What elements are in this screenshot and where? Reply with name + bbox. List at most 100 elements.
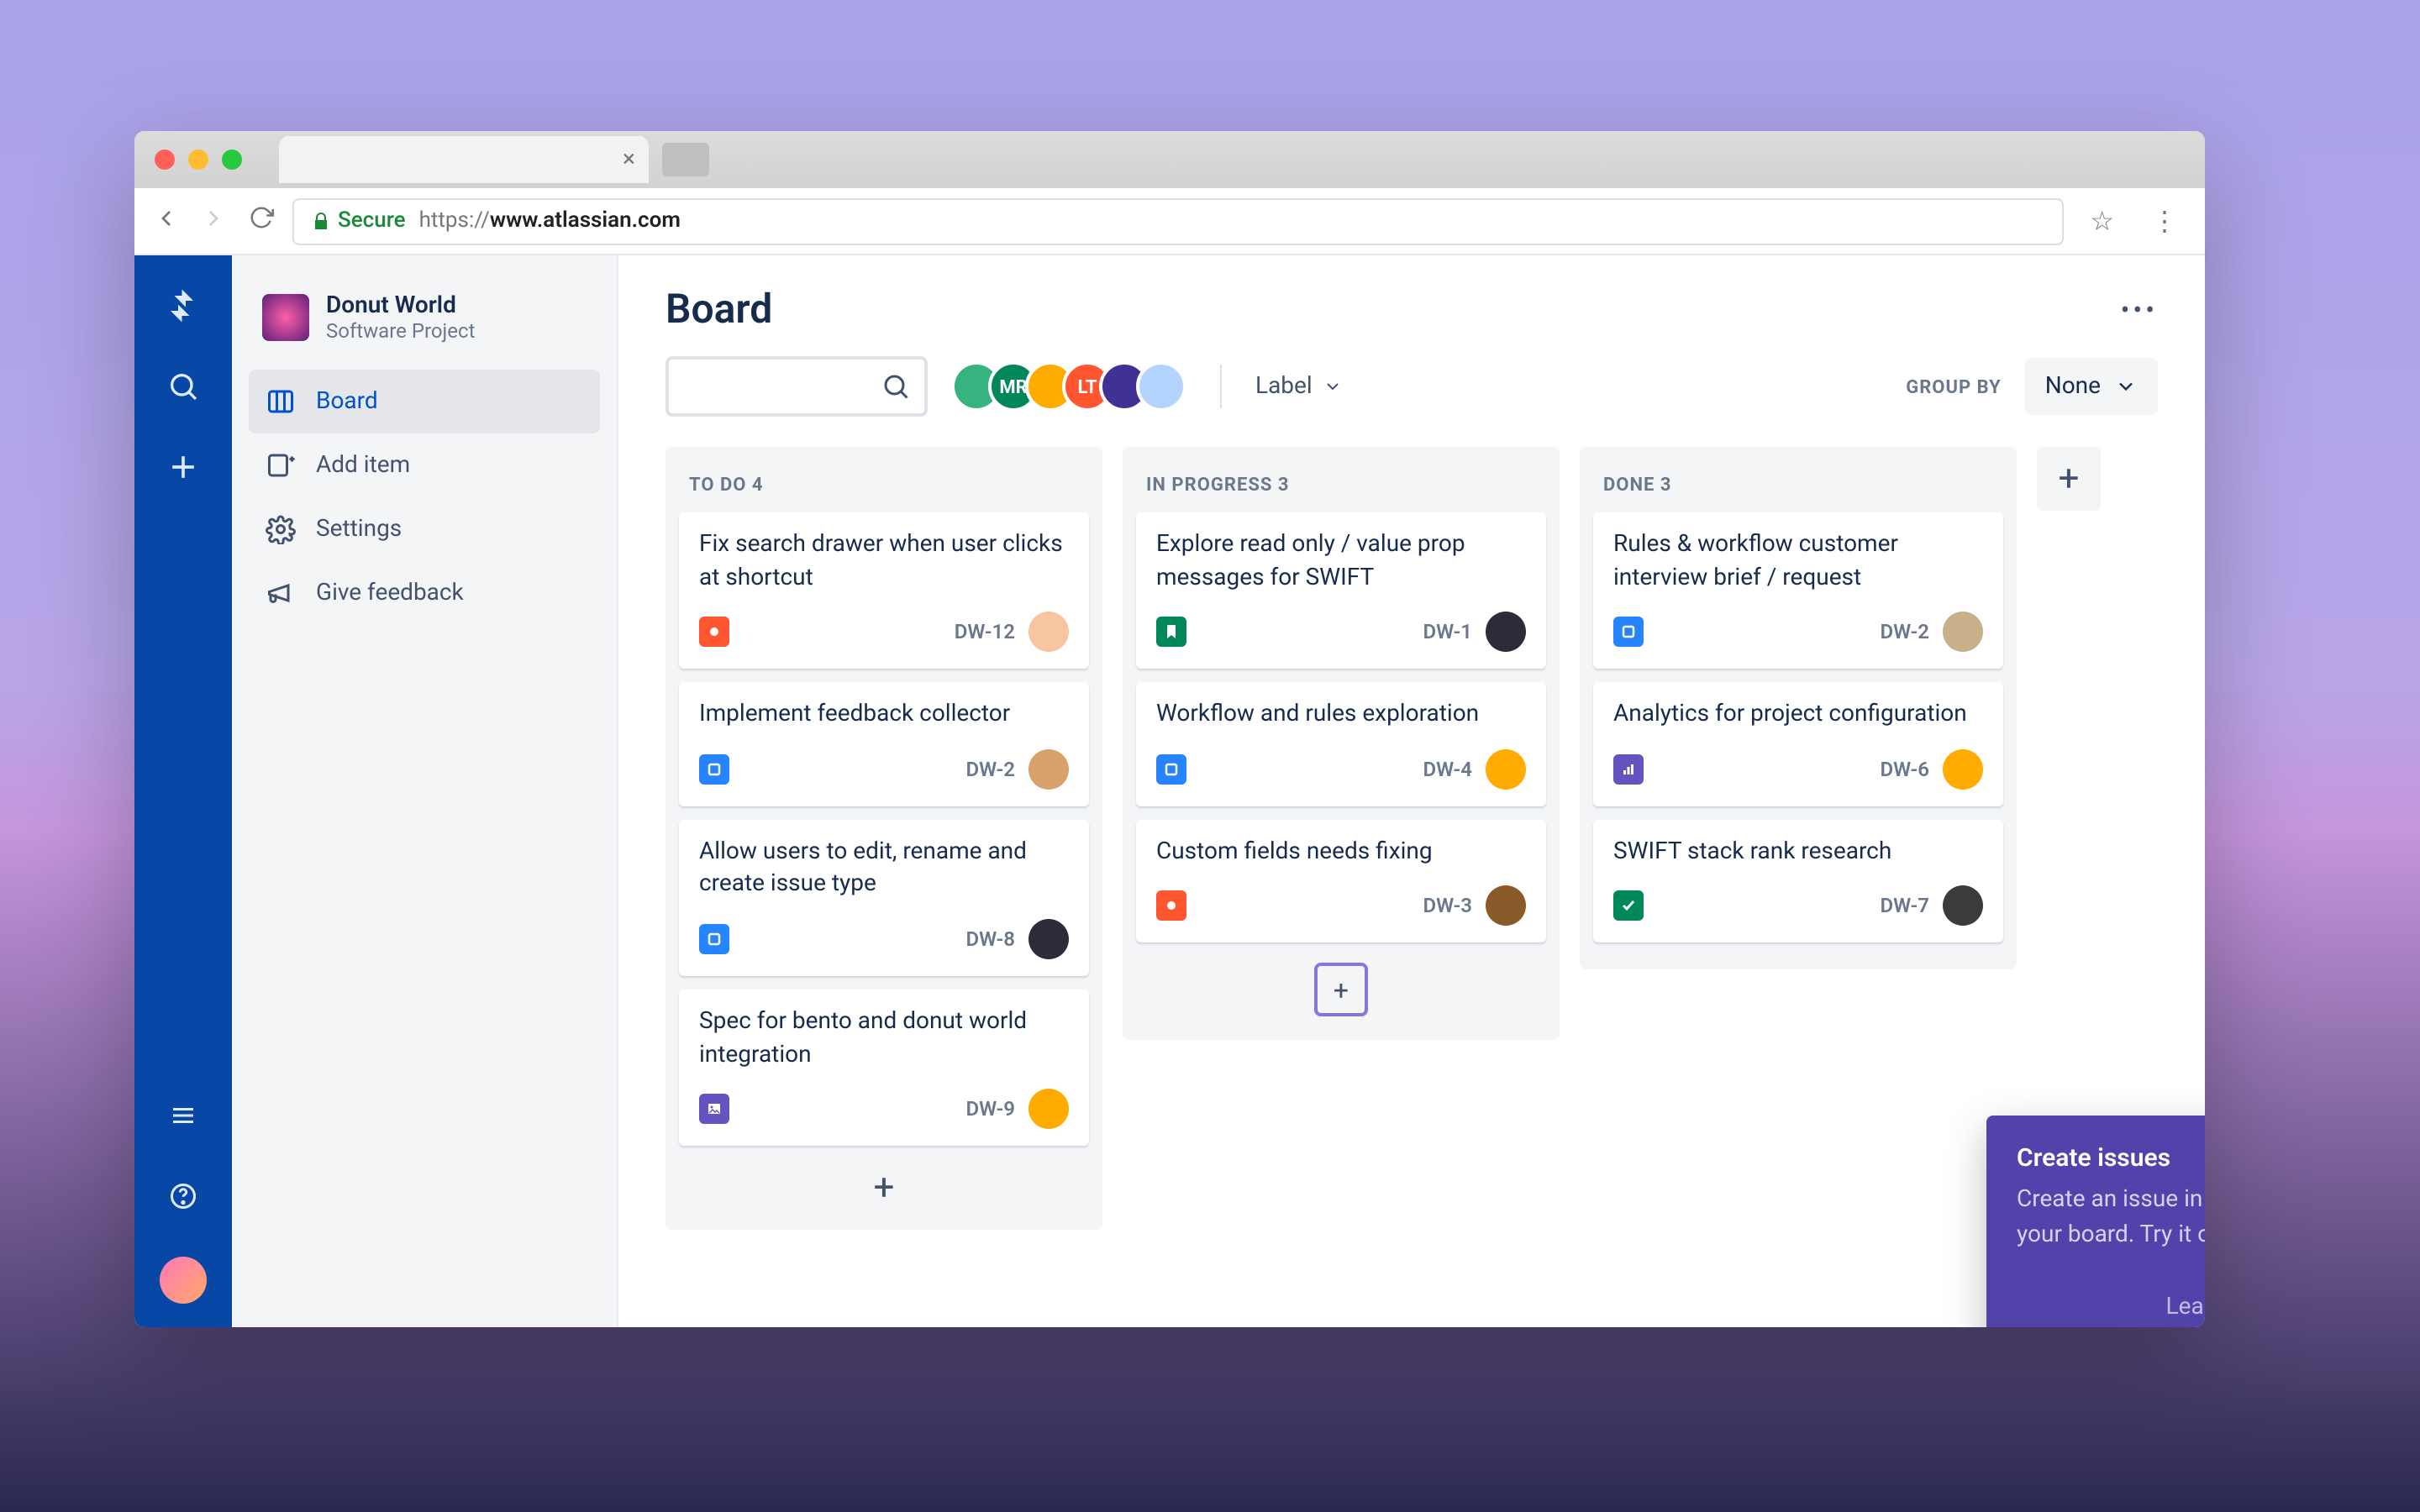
maximize-window-icon[interactable] (222, 150, 242, 170)
issue-card[interactable]: Explore read only / value prop messages … (1136, 512, 1546, 669)
card-title: Custom fields needs fixing (1156, 837, 1526, 869)
kanban-board: TO DO 4Fix search drawer when user click… (666, 447, 2158, 1230)
issue-type-icon (1156, 754, 1186, 785)
issue-card[interactable]: Allow users to edit, rename and create i… (679, 820, 1089, 976)
label-filter-text: Label (1255, 373, 1313, 400)
board-toolbar: MRLT Label GROUP BY None (666, 356, 2158, 417)
label-filter-button[interactable]: Label (1255, 373, 1343, 400)
assignee-avatar[interactable] (1943, 749, 1983, 790)
traffic-lights (134, 150, 262, 170)
url-input[interactable]: Secure https://www.atlassian.com (292, 197, 2063, 244)
learn-more-link[interactable]: Learn more (2166, 1294, 2205, 1320)
assignee-avatar[interactable] (1028, 612, 1069, 652)
board-search-input[interactable] (666, 356, 928, 417)
project-sidebar: Donut World Software Project Board Add i… (232, 255, 618, 1327)
jira-logo-icon[interactable] (163, 286, 203, 326)
issue-key: DW-6 (1880, 758, 1929, 781)
lock-icon (311, 211, 331, 231)
secure-badge: Secure (311, 208, 406, 234)
card-title: Fix search drawer when user clicks at sh… (699, 529, 1069, 595)
card-title: SWIFT stack rank research (1613, 837, 1983, 869)
card-title: Workflow and rules exploration (1156, 699, 1526, 732)
search-icon[interactable] (163, 366, 203, 407)
close-window-icon[interactable] (155, 150, 175, 170)
issue-key: DW-8 (965, 927, 1015, 951)
menu-icon[interactable] (163, 1095, 203, 1136)
popover-body: Create an issue in any column on your bo… (2017, 1183, 2205, 1253)
browser-addressbar: Secure https://www.atlassian.com ☆ ⋮ (134, 188, 2205, 255)
assignee-avatar[interactable] (1943, 612, 1983, 652)
issue-type-icon (699, 617, 729, 647)
assignee-avatar[interactable] (1028, 919, 1069, 959)
browser-window: × Secure https://www.atlassian.com ☆ ⋮ (134, 131, 2205, 1327)
browser-menu-icon[interactable]: ⋮ (2141, 205, 2188, 237)
gear-icon (266, 514, 296, 544)
popover-title: Create issues (2017, 1142, 2205, 1173)
issue-card[interactable]: Custom fields needs fixingDW-3 (1136, 820, 1546, 943)
issue-card[interactable]: Fix search drawer when user clicks at sh… (679, 512, 1089, 669)
board-column: IN PROGRESS 3 Explore read only / value p… (1123, 447, 1560, 1041)
sidebar-item-settings[interactable]: Settings (249, 497, 600, 561)
assignee-avatar[interactable] (1943, 886, 1983, 927)
issue-card[interactable]: Workflow and rules exploration DW-4 (1136, 682, 1546, 806)
main-content: Board ••• MRLT Label GROUP BY None (618, 255, 2205, 1327)
new-tab-button[interactable] (662, 143, 709, 176)
issue-key: DW-2 (1880, 620, 1929, 643)
assignee-avatar-group[interactable]: MRLT (951, 361, 1186, 412)
url-text: https://www.atlassian.com (419, 208, 681, 234)
chevron-down-icon (1323, 376, 1343, 396)
avatar[interactable] (1136, 361, 1186, 412)
issue-type-icon (1156, 617, 1186, 647)
issue-card[interactable]: SWIFT stack rank research DW-7 (1593, 820, 2003, 943)
sidebar-item-label: Add item (316, 452, 410, 479)
card-title: Explore read only / value prop messages … (1156, 529, 1526, 595)
issue-key: DW-7 (1880, 895, 1929, 918)
sidebar-item-label: Board (316, 388, 378, 415)
issue-type-icon (1613, 754, 1644, 785)
assignee-avatar[interactable] (1028, 749, 1069, 790)
browser-tabbar: × (134, 131, 2205, 188)
column-header: IN PROGRESS 3 (1136, 460, 1546, 512)
issue-card[interactable]: Spec for bento and donut world integrati… (679, 990, 1089, 1146)
toolbar-divider (1220, 365, 1222, 408)
back-icon[interactable] (151, 204, 182, 238)
project-header[interactable]: Donut World Software Project (249, 286, 600, 370)
add-card-highlight-button[interactable]: + (1314, 963, 1368, 1017)
issue-card[interactable]: Rules & workflow customer interview brie… (1593, 512, 2003, 669)
global-rail (134, 255, 232, 1327)
bookmark-icon[interactable]: ☆ (2080, 205, 2124, 237)
add-column-button[interactable]: + (2037, 447, 2101, 511)
profile-avatar[interactable] (160, 1257, 207, 1304)
project-subtitle: Software Project (326, 319, 475, 343)
forward-icon[interactable] (198, 204, 229, 238)
reload-icon[interactable] (245, 205, 276, 237)
add-card-button[interactable]: + (679, 1159, 1089, 1216)
issue-type-icon (1613, 617, 1644, 647)
card-title: Allow users to edit, rename and create i… (699, 837, 1069, 902)
sidebar-item-feedback[interactable]: Give feedback (249, 561, 600, 625)
issue-card[interactable]: Analytics for project configuration DW-6 (1593, 682, 2003, 806)
card-title: Implement feedback collector (699, 699, 1069, 732)
browser-tab[interactable]: × (279, 136, 649, 183)
assignee-avatar[interactable] (1486, 612, 1526, 652)
sidebar-item-label: Settings (316, 516, 402, 543)
issue-card[interactable]: Implement feedback collectorDW-2 (679, 682, 1089, 806)
help-icon[interactable] (163, 1176, 203, 1216)
issue-type-icon (699, 754, 729, 785)
assignee-avatar[interactable] (1028, 1089, 1069, 1129)
issue-key: DW-4 (1423, 758, 1472, 781)
page-title: Board (666, 286, 772, 333)
sidebar-item-board[interactable]: Board (249, 370, 600, 433)
project-logo-icon (262, 294, 309, 341)
board-more-icon[interactable]: ••• (2121, 293, 2158, 325)
sidebar-item-add[interactable]: Add item (249, 433, 600, 497)
minimize-window-icon[interactable] (188, 150, 208, 170)
assignee-avatar[interactable] (1486, 886, 1526, 927)
card-title: Analytics for project configuration (1613, 699, 1983, 732)
group-by-select[interactable]: None (2025, 358, 2158, 415)
close-tab-icon[interactable]: × (623, 146, 635, 173)
assignee-avatar[interactable] (1486, 749, 1526, 790)
board-icon (266, 386, 296, 417)
create-icon[interactable] (163, 447, 203, 487)
issue-key: DW-12 (955, 620, 1015, 643)
